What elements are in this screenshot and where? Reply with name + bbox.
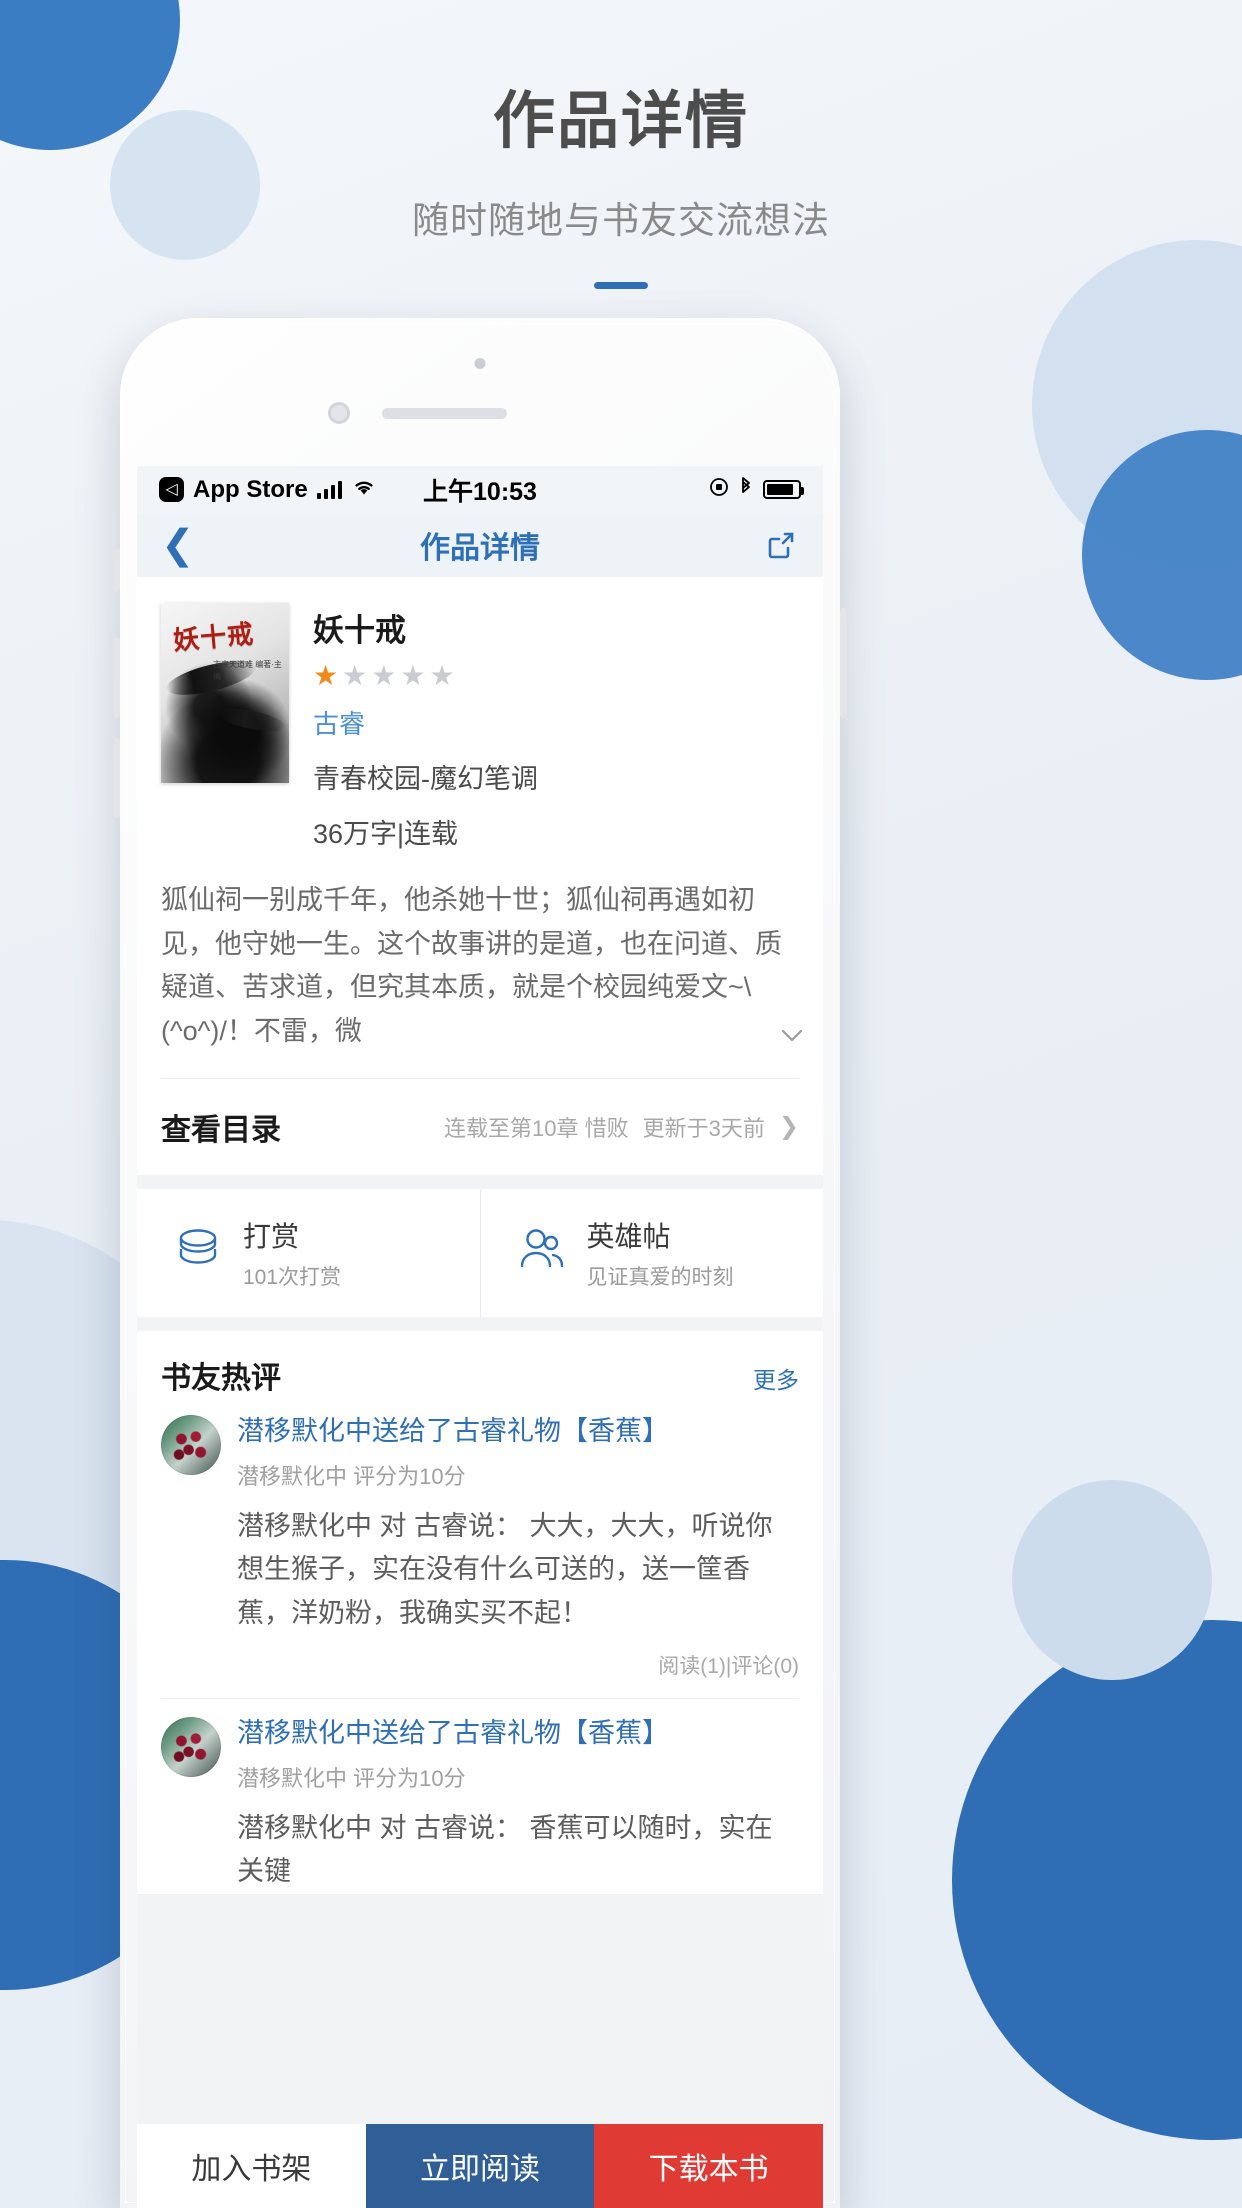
book-meta: 妖十戒 ★★★★★ 古睿 青春校园-魔幻笔调 36万字|连载 [313,603,799,851]
reward-labels: 打赏 101次打赏 [243,1215,341,1291]
proximity-sensor [328,402,350,424]
book-summary: 妖十戒 古来天道难 编著·主编 妖十戒 ★★★★★ 古睿 青春校园-魔幻笔调 3… [137,577,823,861]
volume-down-button[interactable] [113,738,120,818]
comment-title[interactable]: 潜移默化中送给了古睿礼物【香蕉】 [237,1717,799,1751]
two-people-icon [515,1223,569,1282]
share-button[interactable] [761,526,799,564]
cellular-bars-icon [316,480,342,499]
status-bar-left[interactable]: ◁ App Store [159,476,377,504]
earpiece-speaker [382,408,507,419]
book-author-link[interactable]: 古睿 [313,704,799,741]
reward-action[interactable]: 打赏 101次打赏 [137,1189,480,1317]
rotation-lock-icon [709,476,729,504]
rating-stars[interactable]: ★★★★★ [313,662,799,690]
comments-section: 书友热评 更多 潜移默化中送给了古睿礼物【香蕉】 潜移默化中 评分为10分 潜移… [137,1330,823,1895]
promo-header: 作品详情 随时随地与书友交流想法 [0,70,1242,289]
star-empty: ★ [342,660,372,691]
book-description[interactable]: 狐仙祠一别成千年，他杀她十世；狐仙祠再遇如初见，他守她一生。这个故事讲的是道，也… [137,861,823,1078]
coins-stack-icon [171,1223,225,1282]
cover-subtitle-text: 古来天道难 编著·主编 [213,660,282,681]
catalog-latest-chapter: 连载至第10章 惜败 [444,1115,629,1141]
reward-subtitle: 101次打赏 [243,1265,342,1289]
promo-underline [594,282,648,289]
comment-text: 潜移默化中 对 古睿说： 大大，大大，听说你想生猴子，实在没有什么可送的，送一筐… [237,1510,773,1629]
bluetooth-icon [739,476,753,504]
bg-blob [952,1620,1242,2140]
comment-body: 潜移默化中送给了古睿礼物【香蕉】 潜移默化中 评分为10分 潜移默化中 对 古睿… [237,1717,799,1894]
hero-post-action[interactable]: 英雄帖 见证真爱的时刻 [479,1188,824,1317]
bottom-action-bar: 加入书架 立即阅读 下载本书 [137,2124,823,2208]
book-word-count-status: 36万字|连载 [313,819,459,849]
download-book-button[interactable]: 下载本书 [594,2124,823,2208]
nav-bar: ❮ 作品详情 [137,513,823,577]
book-title: 妖十戒 [313,613,406,648]
front-camera-dot [474,358,486,369]
phone-screen: ◁ App Store 上午10:53 ❮ 作品详情 妖十戒 古来天道难 编著·… [137,466,823,2208]
catalog-label: 查看目录 [161,1113,281,1147]
promo-headline: 作品详情 [492,87,749,156]
comment-subtitle: 潜移默化中 评分为10分 [237,1463,466,1489]
cover-title-text: 妖十戒 [172,619,256,657]
battery-icon [763,480,804,499]
hero-post-labels: 英雄帖 见证真爱的时刻 [587,1215,734,1291]
back-to-app-icon[interactable]: ◁ [159,477,184,502]
comment-text: 潜移默化中 对 古睿说： 香蕉可以随时，实在 关键 [237,1812,773,1887]
action-row: 打赏 101次打赏 英雄帖 见证真爱的时刻 [137,1188,824,1317]
read-now-button[interactable]: 立即阅读 [365,2124,595,2208]
phone-mockup: ◁ App Store 上午10:53 ❮ 作品详情 妖十戒 古来天道难 编著·… [113,318,847,2208]
volume-up-button[interactable] [113,638,120,718]
mute-switch[interactable] [113,548,120,592]
status-bar: ◁ App Store 上午10:53 [137,466,823,513]
chevron-down-icon[interactable] [779,1022,805,1048]
comment-item[interactable]: 潜移默化中送给了古睿礼物【香蕉】 潜移默化中 评分为10分 潜移默化中 对 古睿… [161,1397,799,1680]
book-info-card: 妖十戒 古来天道难 编著·主编 妖十戒 ★★★★★ 古睿 青春校园-魔幻笔调 3… [137,577,823,1175]
section-gap [137,1174,823,1189]
star-empty: ★ [400,660,430,691]
comment-subtitle: 潜移默化中 评分为10分 [237,1765,466,1791]
bg-blob [1012,1480,1212,1680]
chevron-right-icon: ❯ [778,1113,799,1141]
add-to-shelf-button[interactable]: 加入书架 [137,2124,366,2208]
comments-more-link[interactable]: 更多 [753,1361,799,1395]
promo-subhead: 随时随地与书友交流想法 [412,200,830,241]
user-avatar-fruit-icon[interactable] [161,1414,221,1475]
book-description-text: 狐仙祠一别成千年，他杀她十世；狐仙祠再遇如初见，他守她一生。这个故事讲的是道，也… [161,885,782,1047]
comment-item[interactable]: 潜移默化中送给了古睿礼物【香蕉】 潜移默化中 评分为10分 潜移默化中 对 古睿… [161,1699,799,1894]
page-title: 作品详情 [420,532,540,565]
hero-post-subtitle: 见证真爱的时刻 [586,1265,734,1289]
power-button[interactable] [840,608,847,718]
comments-header: 书友热评 更多 [161,1353,799,1397]
back-to-app-label[interactable]: App Store [193,476,308,504]
star-empty: ★ [371,660,401,691]
book-genre: 青春校园-魔幻笔调 [313,764,538,794]
comment-body: 潜移默化中送给了古睿礼物【香蕉】 潜移默化中 评分为10分 潜移默化中 对 古睿… [237,1415,799,1680]
user-avatar-fruit-icon[interactable] [161,1716,221,1777]
detail-scroll-area[interactable]: 妖十戒 古来天道难 编著·主编 妖十戒 ★★★★★ 古睿 青春校园-魔幻笔调 3… [137,577,823,2208]
status-bar-right [709,476,804,504]
reward-title: 打赏 [243,1220,300,1252]
catalog-row[interactable]: 查看目录 连载至第10章 惜败 更新于3天前 ❯ [137,1079,823,1175]
comment-stats: 阅读(1)|评论(0) [658,1654,799,1678]
comment-title[interactable]: 潜移默化中送给了古睿礼物【香蕉】 [237,1415,799,1449]
catalog-update-time: 更新于3天前 [642,1115,765,1141]
star-empty: ★ [429,660,459,691]
wifi-icon [351,476,377,504]
star-filled: ★ [313,660,343,691]
comments-title: 书友热评 [161,1361,281,1395]
book-cover-image[interactable]: 妖十戒 古来天道难 编著·主编 [161,603,289,783]
section-gap [137,1316,823,1331]
hero-post-title: 英雄帖 [586,1220,671,1252]
